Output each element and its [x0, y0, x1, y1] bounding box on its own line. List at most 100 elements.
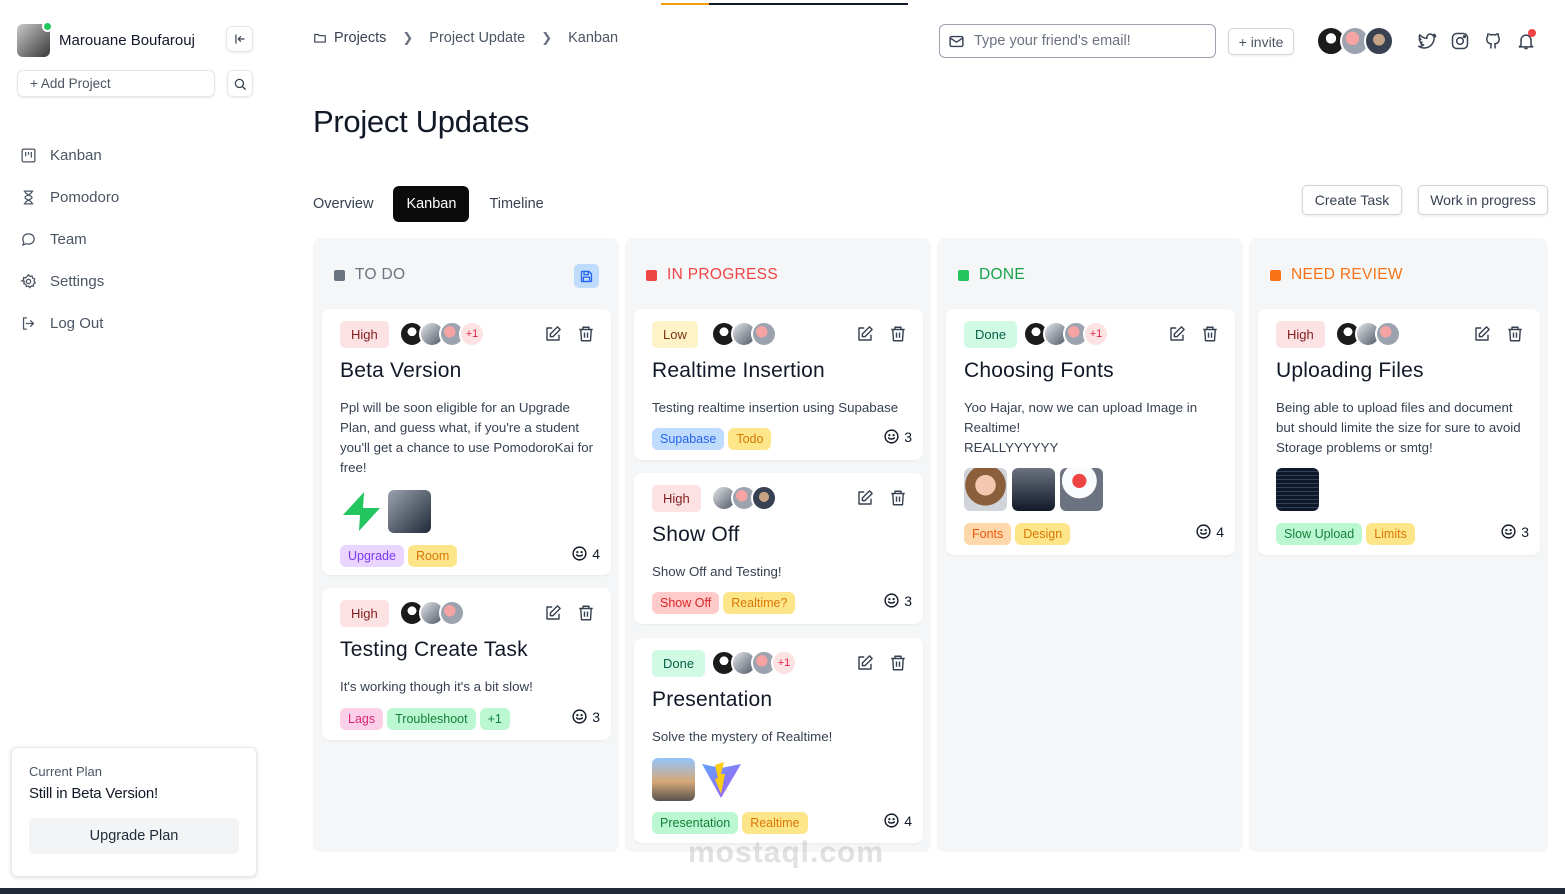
add-project-button[interactable]: + Add Project — [17, 70, 215, 97]
comment-count[interactable]: 3 — [883, 428, 912, 445]
trash-icon[interactable] — [577, 325, 595, 343]
sidebar-item-team[interactable]: Team — [20, 218, 119, 260]
sidebar-item-pomodoro[interactable]: Pomodoro — [20, 176, 119, 218]
tag[interactable]: Room — [407, 545, 458, 567]
edit-icon[interactable] — [856, 489, 874, 507]
trash-icon[interactable] — [889, 654, 907, 672]
sidebar-item-kanban[interactable]: Kanban — [20, 134, 119, 176]
kanban-column-need-review: NEED REVIEW High Uploading Files Being a… — [1249, 238, 1548, 852]
tag[interactable]: Realtime? — [723, 592, 796, 614]
comment-count[interactable]: 3 — [571, 708, 600, 725]
user-profile[interactable]: Marouane Boufarouj — [17, 21, 195, 57]
card-title: Uploading Files — [1276, 359, 1424, 382]
task-card[interactable]: High Testing Create Task It's working th… — [322, 588, 611, 740]
tag[interactable]: Fonts — [964, 523, 1012, 545]
comment-count-value: 3 — [592, 708, 600, 725]
notifications-button[interactable] — [1515, 29, 1537, 52]
comment-count[interactable]: 4 — [883, 812, 912, 829]
edit-icon[interactable] — [856, 325, 874, 343]
edit-icon[interactable] — [544, 325, 562, 343]
vite-logo-icon[interactable] — [700, 758, 743, 801]
tab-kanban[interactable]: Kanban — [393, 186, 470, 222]
task-card[interactable]: High Uploading Files Being able to uploa… — [1258, 309, 1540, 555]
attachment-image[interactable] — [388, 490, 431, 533]
attachment-image[interactable] — [1060, 468, 1103, 511]
breadcrumb-kanban[interactable]: Kanban — [568, 30, 618, 46]
comment-count[interactable]: 4 — [1195, 523, 1224, 540]
card-members[interactable] — [399, 600, 465, 626]
github-link[interactable] — [1482, 30, 1504, 52]
smiley-icon — [1196, 524, 1211, 539]
trash-icon[interactable] — [577, 604, 595, 622]
tag[interactable]: Slow Upload — [1276, 523, 1363, 545]
extra-members-count: +1 — [459, 321, 485, 347]
card-members[interactable] — [711, 485, 777, 511]
card-members[interactable] — [1335, 321, 1401, 347]
smiley-icon — [884, 429, 899, 444]
column-header: IN PROGRESS — [646, 266, 778, 284]
tag[interactable]: Show Off — [652, 592, 720, 614]
tag-more[interactable]: +1 — [479, 708, 510, 730]
attachment-image[interactable] — [1276, 468, 1319, 511]
tag[interactable]: Troubleshoot — [387, 708, 476, 730]
kanban-column-todo: TO DO High +1 Beta Version Ppl will be s… — [313, 238, 619, 852]
tab-timeline[interactable]: Timeline — [476, 186, 556, 222]
status-select[interactable]: Work in progress — [1418, 185, 1548, 215]
save-button[interactable] — [574, 264, 599, 288]
edit-icon[interactable] — [1168, 325, 1186, 343]
plan-label: Current Plan — [29, 764, 102, 779]
tag[interactable]: Realtime — [742, 812, 808, 834]
attachment-image[interactable] — [652, 758, 695, 801]
invite-button[interactable]: + invite — [1228, 28, 1294, 55]
tag[interactable]: Lags — [340, 708, 384, 730]
tab-overview[interactable]: Overview — [313, 186, 386, 222]
edit-icon[interactable] — [544, 604, 562, 622]
tag[interactable]: Limits — [1366, 523, 1415, 545]
team-avatars[interactable] — [1316, 26, 1394, 56]
card-members[interactable]: +1 — [399, 321, 485, 347]
trash-icon[interactable] — [1201, 325, 1219, 343]
collapse-sidebar-button[interactable] — [226, 26, 253, 52]
tag[interactable]: Upgrade — [340, 545, 404, 567]
tag[interactable]: Design — [1015, 523, 1071, 545]
sidebar-item-settings[interactable]: Settings — [20, 260, 119, 302]
instagram-link[interactable] — [1449, 30, 1471, 52]
card-members[interactable]: +1 — [1023, 321, 1109, 347]
create-task-button[interactable]: Create Task — [1302, 185, 1402, 215]
comment-count[interactable]: 3 — [883, 592, 912, 609]
edit-icon[interactable] — [856, 654, 874, 672]
avatar[interactable] — [1364, 26, 1394, 56]
sidebar-item-logout[interactable]: Log Out — [20, 302, 119, 344]
search-button[interactable] — [227, 70, 253, 97]
breadcrumb-projects[interactable]: Projects — [334, 30, 386, 46]
twitter-link[interactable] — [1416, 30, 1438, 52]
task-card[interactable]: High Show Off Show Off and Testing! Show… — [634, 473, 923, 624]
smiley-icon — [572, 546, 587, 561]
avatar[interactable] — [17, 21, 53, 57]
invite-email-input[interactable]: Type your friend's email! — [939, 24, 1216, 58]
comment-count[interactable]: 4 — [571, 545, 600, 562]
breadcrumb-project-update[interactable]: Project Update — [429, 30, 525, 46]
card-attachments — [652, 758, 743, 801]
task-card[interactable]: Done +1 Presentation Solve the mystery o… — [634, 638, 923, 843]
trash-icon[interactable] — [889, 325, 907, 343]
card-tools — [529, 604, 595, 622]
comment-count[interactable]: 3 — [1500, 523, 1529, 540]
attachment-image[interactable] — [1012, 468, 1055, 511]
card-members[interactable] — [711, 321, 777, 347]
tag[interactable]: Supabase — [652, 428, 725, 450]
tag[interactable]: Presentation — [652, 812, 739, 834]
trash-icon[interactable] — [1506, 325, 1524, 343]
upgrade-plan-button[interactable]: Upgrade Plan — [29, 818, 239, 854]
trash-icon[interactable] — [889, 489, 907, 507]
card-members[interactable]: +1 — [711, 650, 797, 676]
supabase-logo-icon[interactable] — [340, 490, 383, 533]
edit-icon[interactable] — [1473, 325, 1491, 343]
task-card[interactable]: High +1 Beta Version Ppl will be soon el… — [322, 309, 611, 575]
chevron-right-icon: ❯ — [541, 30, 553, 45]
tag[interactable]: Todo — [728, 428, 772, 450]
smiley-icon — [572, 709, 587, 724]
task-card[interactable]: Done +1 Choosing Fonts Yoo Hajar, now we… — [946, 309, 1235, 555]
attachment-image[interactable] — [964, 468, 1007, 511]
task-card[interactable]: Low Realtime Insertion Testing realtime … — [634, 309, 923, 460]
